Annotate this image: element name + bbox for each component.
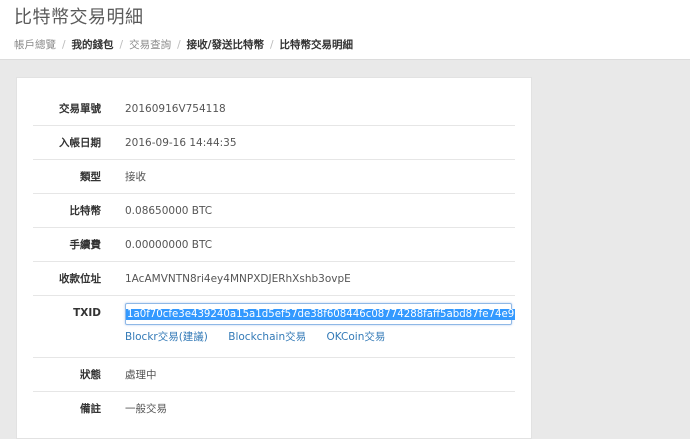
detail-label: 入帳日期 (59, 137, 101, 149)
detail-row-type: 類型 接收 (33, 160, 515, 194)
breadcrumb-separator: / (119, 39, 124, 51)
fee-value: 0.00000000 BTC (125, 239, 213, 251)
txid-value[interactable]: 1a0f70cfe3e439240a15a1d5ef57de38f608446c… (126, 309, 516, 320)
amount-value: 0.08650000 BTC (125, 205, 213, 217)
detail-label: 收款位址 (59, 273, 101, 285)
address-value: 1AcAMVNTN8ri4ey4MNPXDJERhXshb3ovpE (125, 273, 351, 285)
breadcrumb-separator: / (177, 39, 181, 51)
txid-line: TXID 1a0f70cfe3e439240a15a1d5ef57de38f60… (33, 303, 516, 325)
breadcrumb: 帳戶總覽 / 我的錢包 / 交易查詢 / 接收/發送比特幣 / 比特幣交易明細 (14, 38, 676, 52)
blockr-link[interactable]: Blockr交易(建議) (125, 331, 208, 343)
date-value: 2016-09-16 14:44:35 (125, 137, 237, 149)
okcoin-link[interactable]: OKCoin交易 (326, 331, 385, 343)
detail-row-amount: 比特幣 0.08650000 BTC (33, 194, 515, 228)
detail-label: 比特幣 (69, 205, 102, 217)
detail-row-txid: TXID 1a0f70cfe3e439240a15a1d5ef57de38f60… (33, 296, 516, 358)
page-title: 比特幣交易明細 (14, 7, 144, 28)
breadcrumb-current-page: 比特幣交易明細 (279, 39, 354, 51)
detail-row-address: 收款位址 1AcAMVNTN8ri4ey4MNPXDJERhXshb3ovpE (33, 262, 515, 296)
note-value: 一般交易 (125, 403, 167, 415)
txid-field[interactable]: 1a0f70cfe3e439240a15a1d5ef57de38f608446c… (125, 303, 516, 325)
blockchain-link[interactable]: Blockchain交易 (228, 331, 306, 343)
status-value: 處理中 (125, 369, 157, 381)
breadcrumb-send-receive[interactable]: 接收/發送比特幣 (187, 39, 264, 51)
breadcrumb-transaction-query[interactable]: 交易查詢 (129, 39, 171, 51)
detail-label: 狀態 (80, 369, 101, 381)
detail-label: 交易單號 (59, 103, 101, 115)
detail-label: 類型 (80, 171, 101, 183)
tx-number-value: 20160916V754118 (125, 103, 226, 115)
breadcrumb-separator: / (269, 39, 274, 51)
detail-label: 備註 (80, 403, 101, 415)
type-value: 接收 (125, 171, 146, 183)
detail-row-tx-number: 交易單號 20160916V754118 (33, 92, 515, 126)
detail-label: 手續費 (69, 239, 102, 251)
detail-label: TXID (73, 307, 101, 319)
breadcrumb-separator: / (62, 39, 66, 51)
detail-row-note: 備註 一般交易 (33, 392, 515, 426)
explorer-links: Blockr交易(建議) Blockchain交易 OKCoin交易 (125, 330, 512, 344)
transaction-detail-panel: 交易單號 20160916V754118 入帳日期 2016-09-16 14:… (16, 77, 532, 439)
txid-container: TXID 1a0f70cfe3e439240a15a1d5ef57de38f60… (33, 303, 516, 344)
breadcrumb-my-wallet[interactable]: 我的錢包 (72, 39, 114, 51)
detail-row-status: 狀態 處理中 (33, 358, 515, 392)
breadcrumb-account-overview[interactable]: 帳戶總覽 (14, 39, 56, 51)
detail-row-date: 入帳日期 2016-09-16 14:44:35 (33, 126, 515, 160)
detail-row-fee: 手續費 0.00000000 BTC (33, 228, 515, 262)
page-header: 比特幣交易明細 帳戶總覽 / 我的錢包 / 交易查詢 / 接收/發送比特幣 / 比特幣交易明細 (0, 0, 690, 60)
